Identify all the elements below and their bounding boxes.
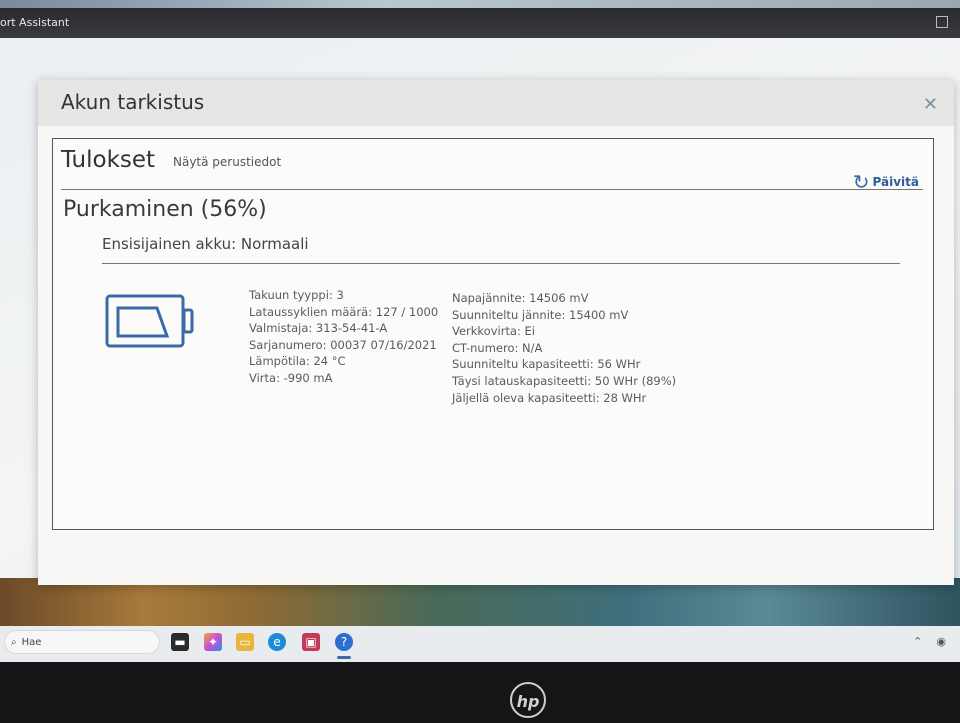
chevron-up-icon[interactable]: ⌃	[913, 635, 922, 648]
search-icon: ⌕	[11, 636, 17, 648]
primary-battery-heading: Ensisijainen akku: Normaali	[102, 235, 309, 253]
detail-full-charge-capacity: Täysi latauskapasiteetti: 50 WHr (89%)	[452, 373, 677, 388]
detail-terminal-voltage: Napajännite: 14506 mV	[452, 291, 589, 305]
detail-ct-number: CT-numero: N/A	[452, 340, 543, 355]
app-title: ort Assistant	[0, 16, 70, 29]
system-tray: ⌃ ◉	[913, 635, 946, 648]
app-titlebar: ort Assistant	[0, 8, 960, 40]
detail-current: Virta: -990 mA	[249, 370, 333, 385]
detail-design-capacity: Suunniteltu kapasiteetti: 56 WHr	[452, 357, 641, 372]
detail-serial-number: Sarjanumero: 00037 07/16/2021	[249, 337, 437, 352]
detail-cycle-count: Lataussyklien määrä: 127 / 1000	[249, 304, 439, 319]
close-icon[interactable]: ✕	[923, 94, 938, 115]
restore-window-icon[interactable]	[936, 16, 948, 28]
detail-ac-power: Verkkovirta: Ei	[452, 324, 535, 339]
dialog-header: Akun tarkistus ✕	[38, 80, 954, 126]
detail-design-voltage: Suunniteltu jännite: 15400 mV	[452, 307, 629, 322]
battery-check-dialog: Akun tarkistus ✕ Tulokset Näytä perustie…	[38, 80, 954, 585]
desktop-wallpaper	[0, 578, 960, 630]
divider	[61, 189, 923, 190]
task-view-icon[interactable]: ▬	[171, 633, 189, 651]
results-heading: Tulokset	[61, 147, 156, 173]
refresh-icon: ↻	[852, 170, 870, 194]
detail-temperature: Lämpötila: 24 °C	[249, 354, 346, 369]
detail-warranty-type: Takuun tyyppi: 3	[249, 288, 344, 302]
tray-app-icon[interactable]: ◉	[936, 635, 946, 648]
file-explorer-icon[interactable]: ▭	[236, 633, 254, 651]
laptop-bezel	[0, 662, 960, 723]
taskbar-search[interactable]: ⌕ Hae	[4, 630, 160, 654]
detail-remaining-capacity: Jäljellä oleva kapasiteetti: 28 WHr	[452, 390, 647, 405]
detail-manufacturer: Valmistaja: 313-54-41-A	[249, 321, 388, 336]
store-icon[interactable]: ▣	[302, 633, 320, 651]
results-panel: Tulokset Näytä perustiedot ↻ Päivitä Pur…	[52, 138, 934, 530]
battery-details-left: Takuun tyyppi: 3 Lataussyklien määrä: 12…	[249, 287, 438, 387]
hp-logo: hp	[510, 682, 546, 718]
divider	[102, 263, 900, 264]
search-placeholder: Hae	[21, 636, 42, 648]
refresh-label: Päivitä	[872, 175, 919, 189]
battery-icon	[105, 294, 197, 354]
dialog-title: Akun tarkistus	[61, 90, 205, 114]
show-basic-info-link[interactable]: Näytä perustiedot	[173, 155, 281, 169]
support-assistant-icon[interactable]: ?	[335, 633, 353, 651]
copilot-icon[interactable]: ✦	[204, 633, 222, 651]
active-app-indicator	[337, 656, 351, 659]
edge-browser-icon[interactable]: e	[268, 633, 286, 651]
battery-status: Purkaminen (56%)	[63, 197, 267, 222]
refresh-button[interactable]: ↻ Päivitä	[853, 170, 919, 194]
battery-details-right: Napajännite: 14506 mV Suunniteltu jännit…	[452, 290, 676, 406]
taskbar: ⌕ Hae ▬ ✦ ▭ e ▣ ? ⌃ ◉	[0, 626, 960, 662]
